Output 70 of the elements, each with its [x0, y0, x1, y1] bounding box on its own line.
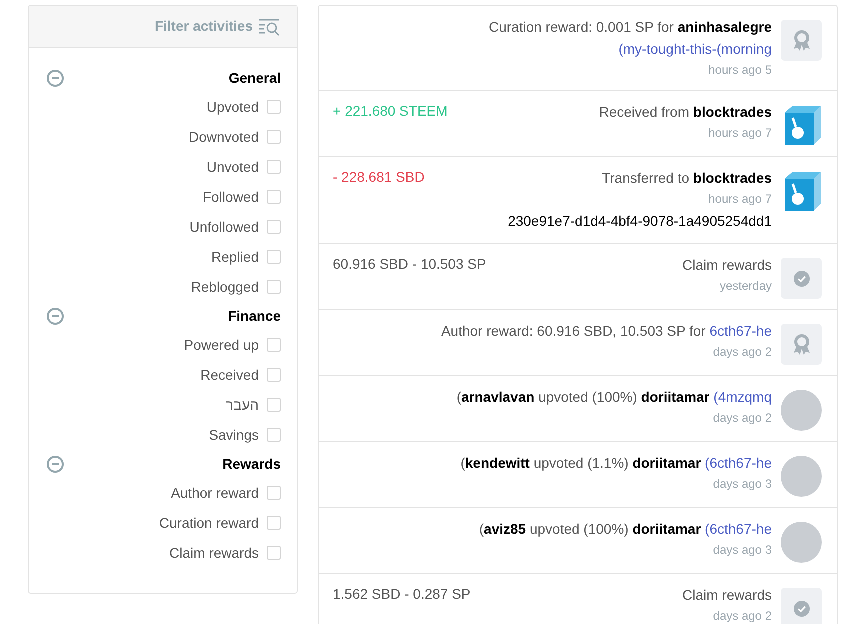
checkbox[interactable] — [267, 220, 281, 234]
filter-option[interactable]: Unfollowed — [47, 212, 281, 242]
activity-description: (aviz85 upvoted (100%) doriitamar (6cth67-he — [479, 520, 772, 539]
checkbox[interactable] — [267, 516, 281, 530]
checkbox[interactable] — [267, 368, 281, 382]
avatar-placeholder[interactable] — [781, 390, 822, 431]
group-title: Finance — [228, 306, 281, 326]
activity-time: hours ago 7 — [708, 125, 772, 142]
checkbox[interactable] — [267, 100, 281, 114]
activity-description: Received from blocktrades — [599, 103, 772, 122]
collapse-toggle-icon[interactable] — [47, 308, 64, 324]
activity-description: Author reward: 60.916 SBD, 10.503 SP for 6cth67-he — [441, 322, 772, 341]
amount: 1.562 SBD - 0.287 SP — [333, 586, 471, 602]
activity-description: Claim rewards — [682, 256, 772, 275]
filter-search-icon[interactable] — [259, 18, 281, 36]
award-icon — [781, 324, 822, 365]
filter-option[interactable]: Savings — [47, 420, 281, 450]
filter-title: Filter activities — [154, 17, 253, 36]
filter-option[interactable]: Received — [47, 360, 281, 390]
activity-time: days ago 3 — [713, 542, 772, 559]
group-title: General — [228, 68, 281, 88]
check-icon — [781, 258, 822, 299]
post-link[interactable]: (6cth67-he — [701, 455, 772, 471]
checkbox[interactable] — [267, 130, 281, 144]
filter-option[interactable]: Powered up — [47, 330, 281, 360]
post-link[interactable]: 6cth67-he — [710, 323, 772, 339]
activity-time: days ago 2 — [713, 410, 772, 427]
activity-time: days ago 2 — [713, 608, 772, 624]
filter-option[interactable]: העבר — [47, 390, 281, 420]
filter-option[interactable]: Unvoted — [47, 152, 281, 182]
checkbox[interactable] — [267, 160, 281, 174]
award-icon — [781, 20, 822, 61]
amount: + 221.680 STEEM — [333, 103, 448, 119]
group-title: Rewards — [222, 454, 281, 474]
post-link[interactable]: (6cth67-he — [701, 521, 772, 537]
activity-description: (kendewitt upvoted (1.1%) doriitamar (6cth67-he — [460, 454, 772, 473]
checkbox[interactable] — [267, 338, 281, 352]
checkbox[interactable] — [267, 546, 281, 560]
checkbox[interactable] — [267, 280, 281, 294]
checkbox[interactable] — [267, 486, 281, 500]
filter-option[interactable]: Downvoted — [47, 122, 281, 152]
checkbox[interactable] — [267, 398, 281, 412]
activity-description: Claim rewards — [682, 586, 772, 605]
filter-option[interactable]: Reblogged — [47, 272, 281, 302]
checkbox[interactable] — [267, 428, 281, 442]
activity-time: hours ago 5 — [708, 62, 772, 79]
avatar-placeholder[interactable] — [781, 456, 822, 497]
filter-option[interactable]: Curation reward — [47, 508, 281, 538]
amount: - 228.681 SBD — [333, 169, 425, 185]
transfer-memo: 230e91e7-d1d4-4bf4-9078-1a4905254dd1 — [508, 212, 772, 231]
activity-time: days ago 3 — [713, 476, 772, 493]
collapse-toggle-icon[interactable] — [47, 70, 64, 86]
filter-option[interactable]: Replied — [47, 242, 281, 272]
activity-description: Transferred to blocktrades — [602, 169, 772, 188]
activity-time: hours ago 7 — [708, 191, 772, 208]
post-link[interactable]: (my-tought-this-(morning — [618, 41, 772, 57]
activity-time: days ago 2 — [713, 344, 772, 361]
filter-option[interactable]: Followed — [47, 182, 281, 212]
post-link[interactable]: (4mzqmq — [710, 389, 772, 405]
collapse-toggle-icon[interactable] — [47, 456, 64, 472]
checkbox[interactable] — [267, 190, 281, 204]
filter-option[interactable]: Claim rewards — [47, 538, 281, 568]
filter-option[interactable]: Upvoted — [47, 92, 281, 122]
filter-option[interactable]: Author reward — [47, 478, 281, 508]
activity-time: yesterday — [720, 278, 772, 295]
checkbox[interactable] — [267, 250, 281, 264]
avatar-placeholder[interactable] — [781, 522, 822, 563]
activity-description: (arnavlavan upvoted (100%) doriitamar (4mzqmq — [456, 388, 772, 407]
amount: 60.916 SBD - 10.503 SP — [333, 256, 486, 272]
activity-description: Curation reward: 0.001 SP for aninhasalegre (my-tought-this-(morning — [488, 18, 772, 59]
